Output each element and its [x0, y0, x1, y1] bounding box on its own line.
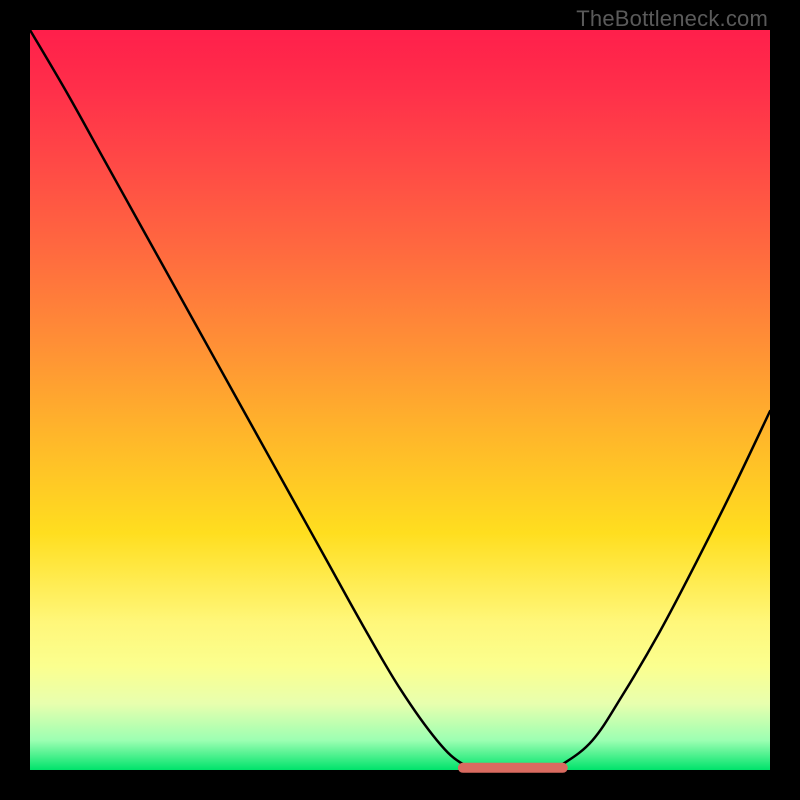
plot-area	[30, 30, 770, 770]
curve-svg	[30, 30, 770, 770]
bottleneck-curve-path	[30, 30, 770, 770]
watermark-text: TheBottleneck.com	[576, 6, 768, 32]
chart-frame: TheBottleneck.com	[0, 0, 800, 800]
